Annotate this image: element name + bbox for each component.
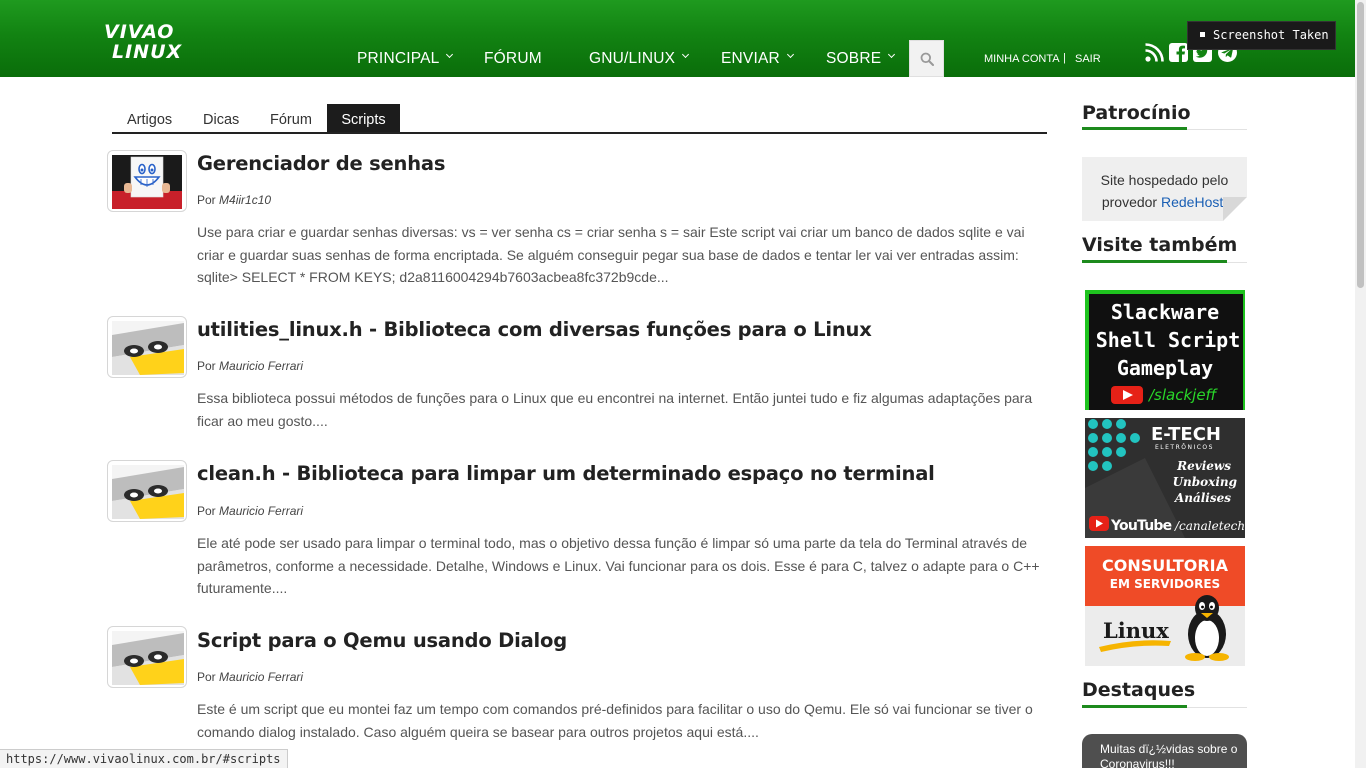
status-bar-url: https://www.vivaolinux.com.br/#scripts <box>0 749 288 768</box>
highlights-heading: Destaques <box>1082 679 1196 701</box>
ad-channel: /slackjeff <box>1147 386 1219 404</box>
nav-gnu-linux[interactable]: GNU/LINUX <box>589 50 690 70</box>
article-description: Ele até pode ser usado para limpar o ter… <box>197 535 1040 596</box>
tabs-divider <box>112 132 1047 134</box>
author-name[interactable]: Mauricio Ferrari <box>219 359 303 373</box>
heading-rule <box>1187 129 1247 130</box>
search-icon <box>920 52 934 66</box>
heading-underline <box>1082 705 1187 708</box>
tab-forum[interactable]: Fórum <box>270 112 312 132</box>
ad-line-3: Análises <box>1174 491 1231 505</box>
article-author: Por Mauricio Ferrari <box>197 359 303 373</box>
author-prefix: Por <box>197 670 216 684</box>
site-logo[interactable]: VIVAO LINUX <box>104 20 196 62</box>
chevron-down-icon <box>682 50 690 59</box>
visit-heading: Visite também <box>1082 234 1238 256</box>
heading-underline <box>1082 260 1227 263</box>
article-thumbnail[interactable] <box>107 316 187 378</box>
article-title[interactable]: utilities_linux.h - Biblioteca com diver… <box>197 318 872 341</box>
chevron-down-icon <box>446 50 454 59</box>
vol-logo-image <box>112 321 184 375</box>
article-description: Use para criar e guardar senhas diversas… <box>197 224 1025 285</box>
article-description: Este é um script que eu montei faz um te… <box>197 701 1033 740</box>
article-title[interactable]: clean.h - Biblioteca para limpar um dete… <box>197 462 935 485</box>
nav-gnu-linux-label: GNU/LINUX <box>589 50 676 67</box>
vol-logo-image <box>112 465 184 519</box>
article-thumbnail[interactable] <box>107 626 187 688</box>
ad-brand-sub: ELETRÔNICOS <box>1155 444 1214 451</box>
heading-rule <box>1187 707 1247 708</box>
nav-sobre-label: SOBRE <box>826 50 882 67</box>
ad-line-2: Unboxing <box>1173 475 1237 489</box>
tab-scripts[interactable]: Scripts <box>327 104 400 133</box>
article-description: Essa biblioteca possui métodos de funçõe… <box>197 390 1033 429</box>
chevron-down-icon <box>786 50 794 59</box>
ad-line-1: CONSULTORIA <box>1102 556 1229 575</box>
facebook-icon[interactable] <box>1168 42 1189 63</box>
logout-link[interactable]: SAIR <box>1075 53 1101 65</box>
nav-principal[interactable]: PRINCIPAL <box>357 50 454 70</box>
camera-icon <box>1200 32 1205 37</box>
ad-line-3: Gameplay <box>1117 356 1213 380</box>
page-fold-corner <box>1223 197 1247 221</box>
ad-slackjeff-image: Slackware Shell Script Gameplay /slackje… <box>1085 290 1245 410</box>
article-title[interactable]: Gerenciador de senhas <box>197 152 445 175</box>
ad-brand: E-TECH <box>1151 424 1221 445</box>
ad-consultoria-image: CONSULTORIA EM SERVIDORES Linux <box>1085 546 1245 666</box>
nav-forum[interactable]: FÓRUM <box>484 50 542 70</box>
article-title[interactable]: Script para o Qemu usando Dialog <box>197 629 567 652</box>
nav-enviar-label: ENVIAR <box>721 50 780 67</box>
account-separator: | <box>1063 52 1066 64</box>
author-name[interactable]: Mauricio Ferrari <box>219 504 303 518</box>
redehost-link[interactable]: RedeHost <box>1161 194 1223 210</box>
vol-logo-image <box>112 631 184 685</box>
article-thumbnail[interactable] <box>107 150 187 212</box>
nav-enviar[interactable]: ENVIAR <box>721 50 794 70</box>
ad-canaletech-image: E-TECH ELETRÔNICOS Reviews Unboxing Anál… <box>1085 418 1245 538</box>
rss-icon[interactable] <box>1144 42 1165 63</box>
author-name[interactable]: M4iir1c10 <box>219 193 271 207</box>
article-author: Por M4iir1c10 <box>197 193 271 207</box>
my-account-link[interactable]: MINHA CONTA <box>984 53 1060 65</box>
heading-rule <box>1227 262 1247 263</box>
article-author: Por Mauricio Ferrari <box>197 504 303 518</box>
nav-principal-label: PRINCIPAL <box>357 50 440 67</box>
author-prefix: Por <box>197 359 216 373</box>
logo-text-bottom: LINUX <box>112 41 183 62</box>
ad-youtube-word: YouTube <box>1110 518 1172 534</box>
heading-underline <box>1082 127 1187 130</box>
search-button[interactable] <box>909 40 944 77</box>
chevron-down-icon <box>888 50 896 59</box>
author-name[interactable]: Mauricio Ferrari <box>219 670 303 684</box>
ad-line-3: Linux <box>1103 618 1169 643</box>
page-scrollbar[interactable] <box>1355 0 1366 768</box>
article-thumbnail[interactable] <box>107 460 187 522</box>
smiley-sign-image <box>112 155 182 209</box>
site-header: VIVAO LINUX PRINCIPAL FÓRUM GNU/LINUX EN… <box>0 0 1366 77</box>
tab-artigos[interactable]: Artigos <box>127 112 172 132</box>
tab-dicas[interactable]: Dicas <box>203 112 239 132</box>
author-prefix: Por <box>197 504 216 518</box>
highlight-preview[interactable]: Muitas dï¿½vidas sobre o Coronavirus!!! <box>1082 734 1247 768</box>
page: VIVAO LINUX PRINCIPAL FÓRUM GNU/LINUX EN… <box>0 0 1366 768</box>
scrollbar-thumb[interactable] <box>1357 2 1364 288</box>
sponsor-heading: Patrocínio <box>1082 102 1191 124</box>
sponsor-box: Site hospedado pelo provedor RedeHost. <box>1082 157 1247 221</box>
toast-label: Screenshot Taken <box>1213 28 1329 42</box>
nav-sobre[interactable]: SOBRE <box>826 50 896 70</box>
article-author: Por Mauricio Ferrari <box>197 670 303 684</box>
author-prefix: Por <box>197 193 216 207</box>
nav-forum-label: FÓRUM <box>484 50 542 67</box>
ad-line-2: EM SERVIDORES <box>1110 577 1220 591</box>
ad-line-1: Reviews <box>1176 459 1231 473</box>
ad-canaletech[interactable]: E-TECH ELETRÔNICOS Reviews Unboxing Anál… <box>1085 418 1245 538</box>
screenshot-toast: Screenshot Taken <box>1187 21 1336 50</box>
ad-line-2: Shell Script <box>1096 328 1241 352</box>
logo-text-top: VIVAO <box>104 21 174 43</box>
ad-line-1: Slackware <box>1111 300 1219 324</box>
ad-slackjeff[interactable]: Slackware Shell Script Gameplay /slackje… <box>1085 290 1245 410</box>
ad-consultoria[interactable]: CONSULTORIA EM SERVIDORES Linux <box>1085 546 1245 666</box>
ad-channel: /canaletech <box>1174 519 1245 533</box>
